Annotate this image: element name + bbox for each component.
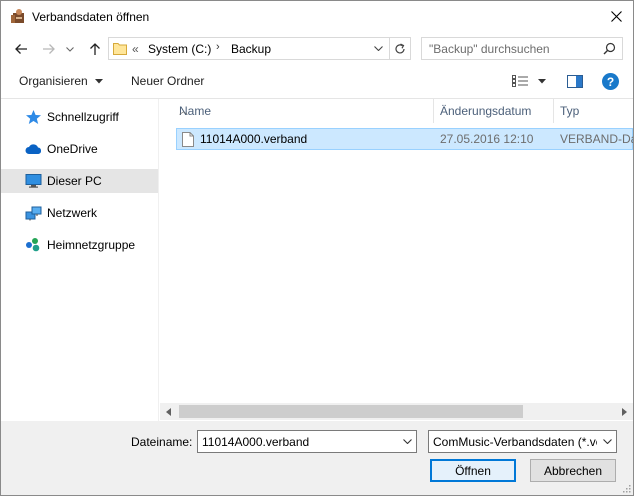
title-bar: Verbandsdaten öffnen (1, 1, 633, 32)
filename-label: Dateiname: (131, 435, 193, 449)
arrow-right-icon (43, 44, 55, 54)
computer-icon (25, 174, 42, 188)
chevron-down-icon (402, 439, 412, 444)
chevron-down-icon (373, 46, 383, 51)
preview-pane-button[interactable] (565, 71, 585, 91)
scroll-right-button[interactable] (616, 403, 633, 420)
chevron-down-icon (602, 439, 612, 444)
chevron-down-icon (538, 78, 546, 83)
file-icon (182, 132, 194, 147)
file-date: 27.05.2016 12:10 (440, 132, 534, 146)
resize-grip-icon[interactable] (621, 483, 631, 493)
refresh-icon (395, 42, 405, 53)
sidebar-item-label: Netzwerk (47, 206, 98, 220)
horizontal-scrollbar[interactable] (160, 403, 633, 420)
window-title: Verbandsdaten öffnen (32, 10, 150, 24)
sidebar-item-network[interactable]: Netzwerk (1, 201, 158, 225)
view-details-icon (512, 75, 528, 87)
sidebar-item-label: Schnellzugriff (47, 110, 119, 124)
column-header-name[interactable]: Name ︿ (173, 99, 433, 123)
arrow-up-icon (90, 43, 100, 55)
open-button[interactable]: Öffnen (430, 459, 516, 482)
sidebar-item-onedrive[interactable]: OneDrive (1, 137, 158, 161)
file-row[interactable]: 11014A000.verband 27.05.2016 12:10 VERBA… (176, 128, 633, 150)
folder-icon (113, 43, 127, 55)
chevron-down-icon (95, 79, 104, 84)
back-button[interactable] (11, 39, 31, 59)
new-folder-button[interactable]: Neuer Ordner (131, 74, 204, 88)
organize-button[interactable]: Organisieren (19, 74, 104, 88)
search-input[interactable]: "Backup" durchsuchen (421, 37, 623, 60)
column-header-label: Typ (560, 104, 580, 118)
column-header-type[interactable]: Typ (554, 99, 633, 123)
scroll-right-icon (622, 407, 627, 416)
file-type: VERBAND-Dat (560, 132, 633, 146)
file-list: Name ︿ Änderungsdatum Typ 11014A000.verb… (160, 99, 633, 421)
file-name: 11014A000.verband (200, 132, 308, 146)
homegroup-icon (26, 238, 40, 252)
sort-ascending-icon: ︿ (179, 106, 189, 116)
file-type-filter-value: ComMusic-Verbandsdaten (*.ver (433, 435, 597, 449)
column-header-label: Änderungsdatum (440, 104, 532, 118)
file-type-dropdown-button[interactable] (598, 431, 616, 452)
help-icon: ? (601, 72, 619, 90)
star-icon (26, 110, 41, 124)
preview-pane-icon (567, 74, 583, 88)
up-button[interactable] (85, 39, 105, 59)
file-type-filter-select[interactable]: ComMusic-Verbandsdaten (*.ver (428, 430, 617, 453)
navigation-pane: Schnellzugriff OneDrive Dieser PC Netzwe… (1, 99, 159, 421)
scroll-left-button[interactable] (160, 403, 177, 420)
dialog-footer: Dateiname: 11014A000.verband ComMusic-Ve… (1, 421, 633, 495)
column-header-date[interactable]: Änderungsdatum (434, 99, 554, 123)
filename-value: 11014A000.verband (202, 435, 310, 449)
app-icon (11, 9, 24, 23)
sidebar-item-label: Dieser PC (47, 174, 102, 188)
scroll-left-icon (166, 407, 171, 416)
search-icon[interactable] (603, 42, 616, 55)
chevron-down-icon (66, 46, 74, 52)
address-bar[interactable]: « System (C:) › Backup (108, 37, 411, 60)
scrollbar-thumb[interactable] (179, 405, 523, 418)
forward-button[interactable] (39, 39, 59, 59)
close-icon (610, 11, 622, 22)
organize-label: Organisieren (19, 74, 88, 88)
address-segment-system[interactable]: System (C:) (148, 42, 211, 56)
sidebar-item-label: OneDrive (47, 142, 98, 156)
network-icon (25, 206, 42, 221)
cancel-button[interactable]: Abbrechen (530, 459, 616, 482)
help-button[interactable]: ? (601, 71, 619, 91)
cloud-icon (25, 144, 42, 154)
navigation-bar: « System (C:) › Backup "Backup" durchsuc… (1, 32, 633, 65)
sidebar-item-quick-access[interactable]: Schnellzugriff (1, 105, 158, 129)
arrow-left-icon (15, 44, 27, 54)
sidebar-item-homegroup[interactable]: Heimnetzgruppe (1, 233, 158, 257)
recent-locations-button[interactable] (63, 39, 77, 59)
command-toolbar: Organisieren Neuer Ordner ? (1, 65, 633, 99)
svg-text:?: ? (606, 75, 613, 89)
search-placeholder: "Backup" durchsuchen (429, 42, 550, 56)
close-button[interactable] (599, 1, 633, 32)
address-dropdown-button[interactable] (369, 38, 387, 59)
sidebar-item-label: Heimnetzgruppe (47, 238, 136, 252)
refresh-button[interactable] (389, 38, 410, 59)
address-separator[interactable]: › (216, 41, 220, 53)
open-file-dialog: Verbandsdaten öffnen « System (C:) › Bac… (0, 0, 634, 496)
address-overflow[interactable]: « (132, 42, 139, 56)
filename-dropdown-button[interactable] (398, 431, 416, 452)
sidebar-item-this-pc[interactable]: Dieser PC (1, 169, 158, 193)
address-segment-backup[interactable]: Backup (231, 42, 271, 56)
filename-input[interactable]: 11014A000.verband (197, 430, 417, 453)
change-view-button[interactable] (509, 71, 549, 91)
